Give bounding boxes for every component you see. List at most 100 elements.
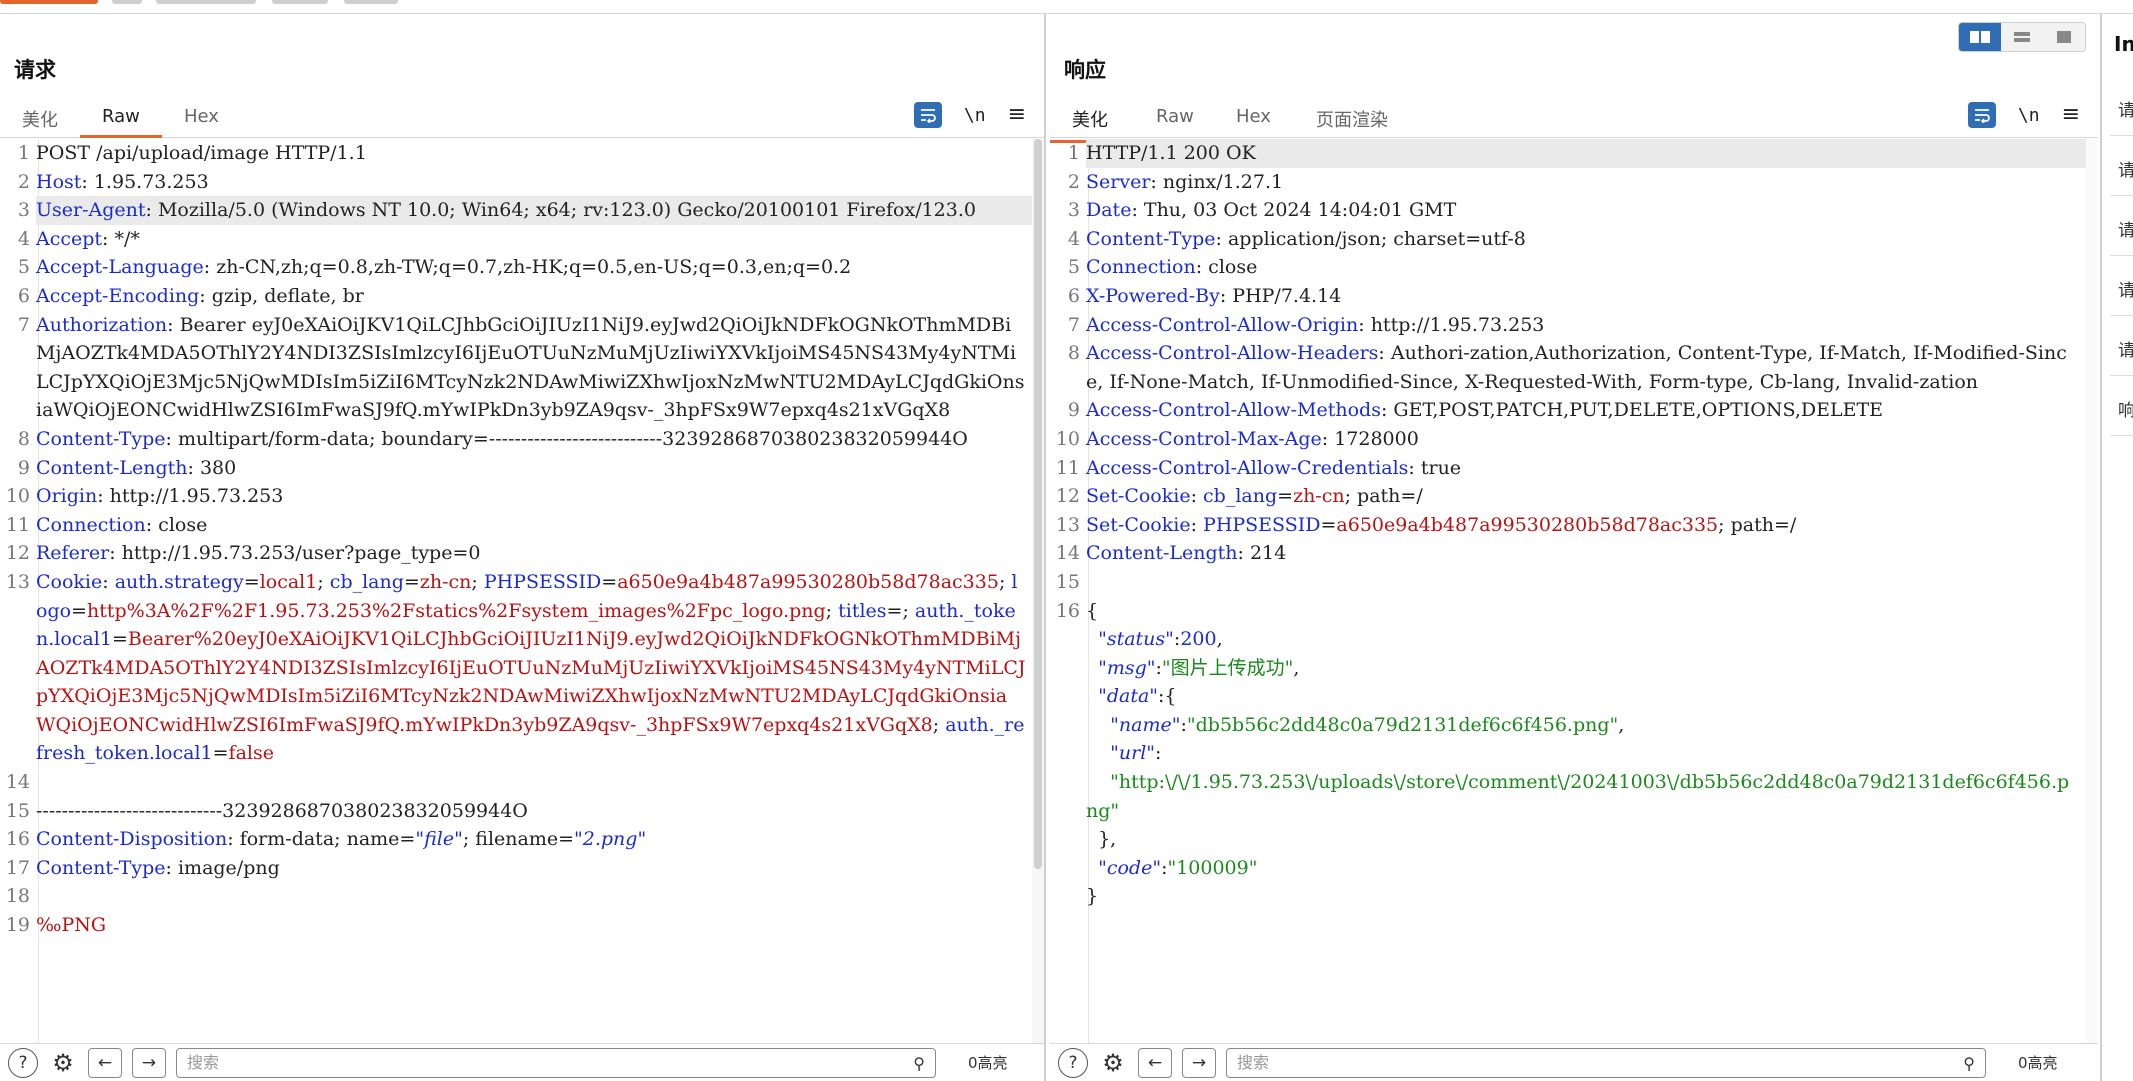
- response-tab-raw[interactable]: Raw: [1134, 106, 1216, 135]
- next-match-button[interactable]: →: [132, 1047, 166, 1078]
- request-scrollbar[interactable]: [1032, 139, 1044, 1043]
- token: : gzip, deflate, br: [199, 284, 364, 307]
- code-line[interactable]: 2 Host: 1.95.73.253: [0, 168, 1032, 197]
- code-line[interactable]: 10 Access-Control-Max-Age: 1728000: [1050, 425, 2086, 454]
- code-line[interactable]: 12 Set-Cookie: cb_lang=zh-cn; path=/: [1050, 482, 2086, 511]
- menu-icon[interactable]: ≡: [1008, 104, 1026, 126]
- line-text: [36, 768, 1032, 797]
- layout-single-icon[interactable]: [2043, 23, 2085, 51]
- search-icon[interactable]: ⚲: [913, 1054, 925, 1073]
- code-line[interactable]: 16 Content-Disposition: form-data; name="…: [0, 825, 1032, 854]
- menu-icon[interactable]: ≡: [2062, 104, 2080, 126]
- prev-match-button[interactable]: ←: [88, 1047, 122, 1078]
- line-number: 4: [1067, 227, 1080, 250]
- token: Date: [1086, 199, 1132, 222]
- layout-stacked-icon[interactable]: [2001, 23, 2043, 51]
- code-line[interactable]: 1 HTTP/1.1 200 OK: [1050, 139, 2086, 168]
- code-line[interactable]: 10 Origin: http://1.95.73.253: [0, 482, 1032, 511]
- inspector-item[interactable]: 响: [2110, 376, 2133, 436]
- token: =: [71, 599, 87, 622]
- code-line[interactable]: 9 Access-Control-Allow-Methods: GET,POST,…: [1050, 396, 2086, 425]
- token: Accept-Encoding: [36, 284, 200, 307]
- settings-gear-icon[interactable]: ⚙: [1098, 1048, 1128, 1078]
- tab-indicator[interactable]: [344, 0, 398, 4]
- token: }: [1086, 885, 1099, 908]
- settings-gear-icon[interactable]: ⚙: [48, 1048, 78, 1078]
- code-line[interactable]: 15: [1050, 568, 2086, 597]
- code-line[interactable]: 7 Authorization: Bearer eyJ0eXAiOiJKV1QiL…: [0, 311, 1032, 425]
- inspector-item[interactable]: 请: [2110, 256, 2133, 316]
- request-editor[interactable]: 1 POST /api/upload/image HTTP/1.1 2 Host: 1…: [0, 139, 1032, 1043]
- code-line[interactable]: 6 X-Powered-By: PHP/7.4.14: [1050, 282, 2086, 311]
- inspector-item[interactable]: 请: [2110, 316, 2133, 376]
- code-line[interactable]: 18: [0, 882, 1032, 911]
- token: :: [102, 570, 115, 593]
- line-number: 13: [1055, 513, 1080, 536]
- help-icon[interactable]: ?: [1058, 1047, 1088, 1078]
- line-text: Set-Cookie: PHPSESSID=a650e9a4b487a99530…: [1086, 511, 2086, 540]
- inspector-item[interactable]: 请: [2110, 196, 2133, 256]
- line-number: 18: [5, 885, 30, 908]
- request-tab-hex[interactable]: Hex: [162, 106, 241, 135]
- code-line[interactable]: 3 User-Agent: Mozilla/5.0 (Windows NT 10.…: [0, 196, 1032, 225]
- code-line[interactable]: 8 Content-Type: multipart/form-data; boun…: [0, 425, 1032, 454]
- request-tab-raw[interactable]: Raw: [80, 106, 162, 138]
- code-line[interactable]: 7 Access-Control-Allow-Origin: http://1.9…: [1050, 311, 2086, 340]
- code-line[interactable]: 16 { "status":200, "msg":"图片上传成功", "data"…: [1050, 597, 2086, 912]
- response-tab-render[interactable]: 页面渲染: [1294, 106, 1410, 140]
- code-line[interactable]: 8 Access-Control-Allow-Headers: Authori-z…: [1050, 339, 2086, 396]
- line-number: 2: [17, 170, 30, 193]
- help-icon[interactable]: ?: [8, 1047, 38, 1078]
- line-text: Access-Control-Allow-Methods: GET,POST,P…: [1086, 396, 2086, 425]
- request-tab-pretty[interactable]: 美化: [0, 106, 80, 140]
- line-text: Origin: http://1.95.73.253: [36, 482, 1032, 511]
- response-scrollbar[interactable]: [2086, 139, 2098, 1043]
- tab-indicator[interactable]: [112, 0, 142, 4]
- scrollbar-thumb[interactable]: [1034, 139, 1042, 869]
- newline-toggle[interactable]: \n: [964, 105, 986, 126]
- line-number: 10: [5, 485, 30, 508]
- line-text: Access-Control-Allow-Headers: Authori-za…: [1086, 339, 2086, 396]
- code-line[interactable]: 11 Access-Control-Allow-Credentials: true: [1050, 454, 2086, 483]
- response-search-input[interactable]: 搜索 ⚲: [1226, 1047, 1986, 1078]
- code-line[interactable]: 5 Accept-Language: zh-CN,zh;q=0.8,zh-TW;q…: [0, 253, 1032, 282]
- line-text: Access-Control-Allow-Origin: http://1.95…: [1086, 311, 2086, 340]
- line-number: 8: [1067, 342, 1080, 365]
- layout-side-by-side-icon[interactable]: [1959, 23, 2001, 51]
- inspector-item[interactable]: 请: [2110, 76, 2133, 136]
- tab-indicator[interactable]: [156, 0, 256, 4]
- code-line[interactable]: 1 POST /api/upload/image HTTP/1.1: [0, 139, 1032, 168]
- line-text: Access-Control-Max-Age: 1728000: [1086, 425, 2086, 454]
- next-match-button[interactable]: →: [1182, 1047, 1216, 1078]
- code-line[interactable]: 2 Server: nginx/1.27.1: [1050, 168, 2086, 197]
- code-line[interactable]: 12 Referer: http://1.95.73.253/user?page_…: [0, 539, 1032, 568]
- code-line[interactable]: 5 Connection: close: [1050, 253, 2086, 282]
- code-line[interactable]: 15 -----------------------------323928687…: [0, 797, 1032, 826]
- token: :: [1190, 485, 1204, 508]
- request-search-input[interactable]: 搜索 ⚲: [176, 1047, 936, 1078]
- code-line[interactable]: 4 Content-Type: application/json; charset…: [1050, 225, 2086, 254]
- response-tab-hex[interactable]: Hex: [1214, 106, 1293, 135]
- word-wrap-icon[interactable]: [913, 102, 942, 128]
- code-line[interactable]: 3 Date: Thu, 03 Oct 2024 14:04:01 GMT: [1050, 196, 2086, 225]
- prev-match-button[interactable]: ←: [1138, 1047, 1172, 1078]
- response-editor[interactable]: 1 HTTP/1.1 200 OK 2 Server: nginx/1.27.1 3 Da…: [1050, 139, 2086, 1043]
- code-line[interactable]: 9 Content-Length: 380: [0, 454, 1032, 483]
- word-wrap-icon[interactable]: [1967, 102, 1996, 128]
- code-line[interactable]: 17 Content-Type: image/png: [0, 854, 1032, 883]
- code-line[interactable]: 13 Cookie: auth.strategy=local1; cb_lang=…: [0, 568, 1032, 768]
- code-line[interactable]: 19 ‰PNG: [0, 911, 1032, 940]
- search-icon[interactable]: ⚲: [1963, 1054, 1975, 1073]
- line-number: 16: [1055, 599, 1080, 622]
- code-line[interactable]: 13 Set-Cookie: PHPSESSID=a650e9a4b487a995…: [1050, 511, 2086, 540]
- code-line[interactable]: 14 Content-Length: 214: [1050, 539, 2086, 568]
- newline-toggle[interactable]: \n: [2018, 105, 2040, 126]
- code-line[interactable]: 11 Connection: close: [0, 511, 1032, 540]
- tab-indicator[interactable]: [272, 0, 328, 4]
- response-tab-pretty[interactable]: 美化: [1050, 106, 1130, 143]
- active-tab-indicator[interactable]: [0, 0, 98, 4]
- code-line[interactable]: 14: [0, 768, 1032, 797]
- inspector-item[interactable]: 请: [2110, 136, 2133, 196]
- code-line[interactable]: 6 Accept-Encoding: gzip, deflate, br: [0, 282, 1032, 311]
- code-line[interactable]: 4 Accept: */*: [0, 225, 1032, 254]
